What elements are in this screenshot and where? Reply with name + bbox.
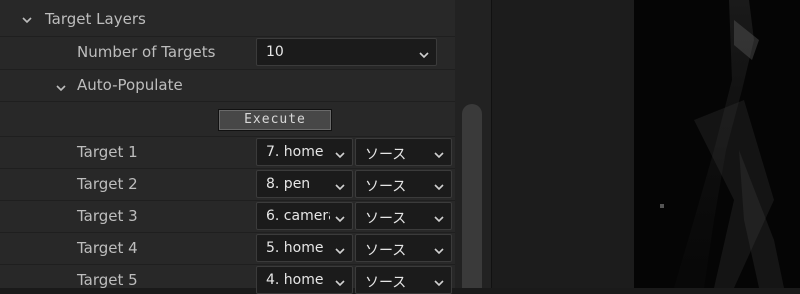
target-layer-value: 5. home — [266, 240, 324, 256]
target-mode-dropdown[interactable]: ソース — [355, 170, 452, 198]
scrollbar-thumb[interactable] — [462, 104, 482, 288]
target-label: Target 4 — [77, 239, 138, 257]
target-layer-value: 7. home — [266, 144, 324, 160]
viewport-image — [660, 0, 784, 288]
chevron-down-icon[interactable] — [55, 82, 67, 94]
target-layer-dropdown[interactable]: 8. pen — [256, 170, 353, 198]
section-title: Target Layers — [45, 10, 146, 28]
divider — [0, 264, 455, 265]
target-label: Target 1 — [77, 143, 138, 161]
chevron-down-icon — [334, 146, 346, 159]
number-of-targets-value: 10 — [266, 44, 284, 60]
divider — [0, 101, 455, 102]
target-layer-dropdown[interactable]: 6. camera — [256, 202, 353, 230]
target-mode-value: ソース — [365, 147, 407, 163]
chevron-down-icon — [418, 46, 430, 59]
divider — [0, 200, 455, 201]
target-mode-value: ソース — [365, 179, 407, 195]
target-mode-dropdown[interactable]: ソース — [355, 266, 452, 294]
target-layer-dropdown[interactable]: 5. home — [256, 234, 353, 262]
divider — [0, 69, 455, 70]
chevron-down-icon — [334, 274, 346, 287]
execute-button[interactable]: Execute — [218, 109, 332, 131]
target-mode-dropdown[interactable]: ソース — [355, 234, 452, 262]
number-of-targets-dropdown[interactable]: 10 — [256, 38, 437, 66]
chevron-down-icon — [334, 242, 346, 255]
number-of-targets-label: Number of Targets — [77, 43, 216, 61]
target-mode-dropdown[interactable]: ソース — [355, 138, 452, 166]
target-label: Target 5 — [77, 271, 138, 289]
target-layer-value: 4. home — [266, 272, 324, 288]
target-mode-value: ソース — [365, 211, 407, 227]
target-layers-panel: Target Layers Number of Targets 10 Auto-… — [0, 0, 455, 294]
divider — [0, 232, 455, 233]
auto-populate-title: Auto-Populate — [77, 76, 183, 94]
chevron-down-icon — [433, 178, 445, 191]
chevron-down-icon — [334, 210, 346, 223]
target-layer-dropdown[interactable]: 4. home — [256, 266, 353, 294]
target-layer-value: 6. camera — [266, 208, 330, 224]
chevron-down-icon — [433, 274, 445, 287]
chevron-down-icon — [433, 242, 445, 255]
empty-panel — [491, 0, 635, 288]
chevron-down-icon[interactable] — [21, 14, 33, 26]
target-mode-value: ソース — [365, 243, 407, 259]
target-layer-value: 8. pen — [266, 176, 311, 192]
viewport-preview[interactable] — [634, 0, 800, 288]
divider — [0, 168, 455, 169]
target-layer-dropdown[interactable]: 7. home — [256, 138, 353, 166]
divider — [0, 36, 455, 37]
divider — [0, 136, 455, 137]
target-label: Target 3 — [77, 207, 138, 225]
chevron-down-icon — [433, 146, 445, 159]
target-mode-dropdown[interactable]: ソース — [355, 202, 452, 230]
target-label: Target 2 — [77, 175, 138, 193]
chevron-down-icon — [433, 210, 445, 223]
target-mode-value: ソース — [365, 275, 407, 291]
chevron-down-icon — [334, 178, 346, 191]
section-header-target-layers[interactable]: Target Layers — [0, 0, 455, 36]
